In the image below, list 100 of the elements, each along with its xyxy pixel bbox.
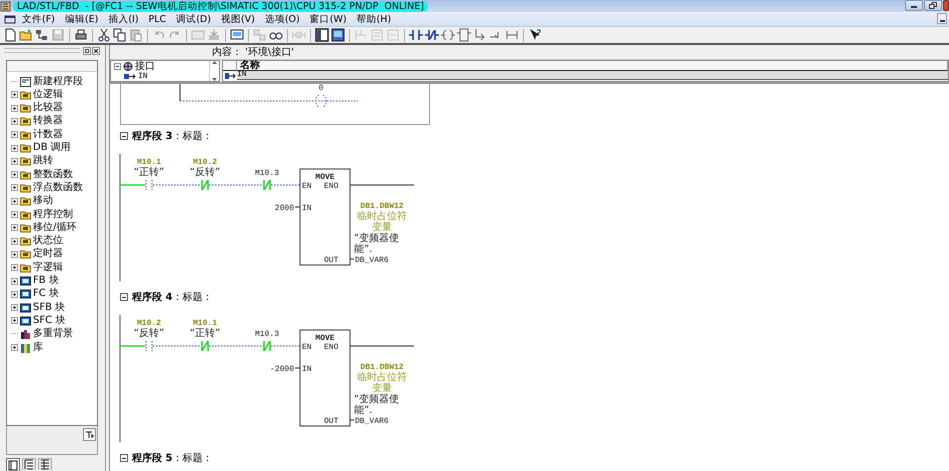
cut-icon[interactable] <box>97 28 111 42</box>
expand-icon[interactable] <box>11 144 18 152</box>
expand-icon[interactable] <box>120 454 128 462</box>
menu-item[interactable]: 视图(V) <box>216 12 260 26</box>
tree-item[interactable]: 移动 <box>33 195 53 208</box>
tree-item[interactable]: 整数函数 <box>33 168 73 181</box>
tree-item[interactable]: 定时器 <box>33 248 63 260</box>
content-label: 内容： '环境\接口' <box>212 46 294 59</box>
menu-item[interactable]: 编辑(E) <box>60 12 104 26</box>
pin-icon <box>84 429 95 440</box>
tree-item[interactable]: 新建程序段 <box>33 76 83 88</box>
expand-icon[interactable] <box>11 104 18 112</box>
expand-icon[interactable] <box>11 238 18 245</box>
nc-contact-icon[interactable] <box>425 28 439 42</box>
folder-icon <box>20 103 31 114</box>
overview-icon[interactable] <box>315 28 329 42</box>
menu-item[interactable]: 帮助(H) <box>352 12 396 26</box>
tree-item[interactable]: SFC 块 <box>33 314 66 327</box>
contact-address: M10.2 <box>193 158 217 167</box>
tree-item[interactable]: 转换器 <box>33 115 63 128</box>
minimize-button[interactable] <box>937 13 947 24</box>
menu-item[interactable]: PLC <box>144 14 172 24</box>
expand-icon[interactable] <box>11 91 18 98</box>
view-tab[interactable] <box>38 458 52 470</box>
tree-item[interactable]: 字逻辑 <box>33 262 63 274</box>
close-button[interactable] <box>92 46 100 55</box>
folder-icon <box>20 90 31 100</box>
expand-icon[interactable] <box>11 290 18 298</box>
contact-symbol-name: “正转” <box>190 328 220 339</box>
connect-icon[interactable] <box>505 28 519 42</box>
copy-icon[interactable] <box>113 28 127 42</box>
restore-button[interactable] <box>924 0 942 11</box>
menu-item[interactable]: 窗口(W) <box>304 12 352 26</box>
expand-icon[interactable] <box>11 224 18 232</box>
tree-item[interactable]: 库 <box>33 342 43 354</box>
tree-item[interactable]: 比较器 <box>33 102 63 114</box>
tree-item[interactable]: 计数器 <box>33 128 63 141</box>
expand-icon[interactable] <box>114 62 121 70</box>
contact-symbol[interactable] <box>146 180 152 190</box>
tree-item[interactable]: FB 块 <box>33 275 59 288</box>
view-tab[interactable] <box>22 458 36 470</box>
box-icon[interactable] <box>457 28 471 42</box>
menu-item[interactable]: 插入(I) <box>103 12 144 26</box>
minimize-button[interactable] <box>905 0 923 11</box>
scroll-up-icon[interactable] <box>212 61 217 64</box>
tree-item[interactable]: 位逻辑 <box>33 88 63 101</box>
expand-icon[interactable] <box>11 184 18 192</box>
tree-item[interactable]: 程序控制 <box>33 208 73 221</box>
menu-item[interactable]: 调试(D) <box>171 12 216 26</box>
print-icon[interactable] <box>74 28 88 42</box>
tree-item[interactable]: DB 调用 <box>33 142 71 154</box>
expand-icon[interactable] <box>11 211 18 218</box>
tree-item[interactable]: 移位/循环 <box>33 222 76 234</box>
function-block[interactable] <box>300 168 350 266</box>
network-icon[interactable] <box>35 28 49 42</box>
scroll-down-icon[interactable] <box>212 78 217 81</box>
contact-address: M10.2 <box>137 319 161 328</box>
expand-icon[interactable] <box>11 131 18 138</box>
expand-icon[interactable] <box>11 250 18 258</box>
wire <box>120 345 145 347</box>
expand-icon[interactable] <box>11 118 18 125</box>
tree-item[interactable]: 接口 <box>135 59 155 73</box>
input-pin-icon <box>224 72 236 78</box>
contact-icon[interactable] <box>409 28 423 42</box>
details-icon[interactable] <box>331 28 345 42</box>
input-value: -2000 <box>270 365 294 374</box>
tree-item[interactable]: SFB 块 <box>33 302 66 314</box>
view-tab[interactable] <box>6 458 20 471</box>
column-header[interactable]: 名称 <box>237 61 948 71</box>
tree-item[interactable]: 浮点数函数 <box>33 182 83 194</box>
expand-icon[interactable] <box>11 317 18 324</box>
expand-icon[interactable] <box>11 264 18 272</box>
open-folder-icon[interactable] <box>19 28 33 42</box>
expand-icon[interactable] <box>120 293 128 301</box>
monitor-icon[interactable] <box>230 28 244 42</box>
tree-item[interactable]: IN <box>138 72 148 80</box>
expand-icon[interactable] <box>11 304 18 312</box>
contact-symbol[interactable] <box>146 340 152 352</box>
expand-icon[interactable] <box>11 344 18 351</box>
expand-icon[interactable] <box>11 158 18 165</box>
tree-item[interactable]: 多重背景 <box>33 328 73 340</box>
menu-item[interactable]: 文件(F) <box>17 12 60 26</box>
expand-icon[interactable] <box>11 278 18 285</box>
coil-symbol[interactable] <box>315 94 327 108</box>
contact-address: M10.3 <box>255 330 279 339</box>
value-label: 0 <box>318 84 324 93</box>
tree-item[interactable]: FC 块 <box>33 288 59 300</box>
wire <box>208 184 264 186</box>
menu-item[interactable]: 选项(O) <box>260 12 305 26</box>
coil-icon[interactable] <box>441 28 455 42</box>
help-icon[interactable] <box>528 28 542 42</box>
tree-item[interactable]: 状态位 <box>33 235 63 248</box>
tree-item[interactable]: 跳转 <box>33 155 53 168</box>
branch-open-icon[interactable] <box>473 28 487 42</box>
expand-icon[interactable] <box>11 171 18 178</box>
pin-button[interactable] <box>83 428 96 442</box>
expand-icon[interactable] <box>11 198 18 205</box>
expand-icon[interactable] <box>120 132 128 140</box>
restore-button[interactable] <box>83 46 91 55</box>
function-block[interactable] <box>300 330 350 426</box>
